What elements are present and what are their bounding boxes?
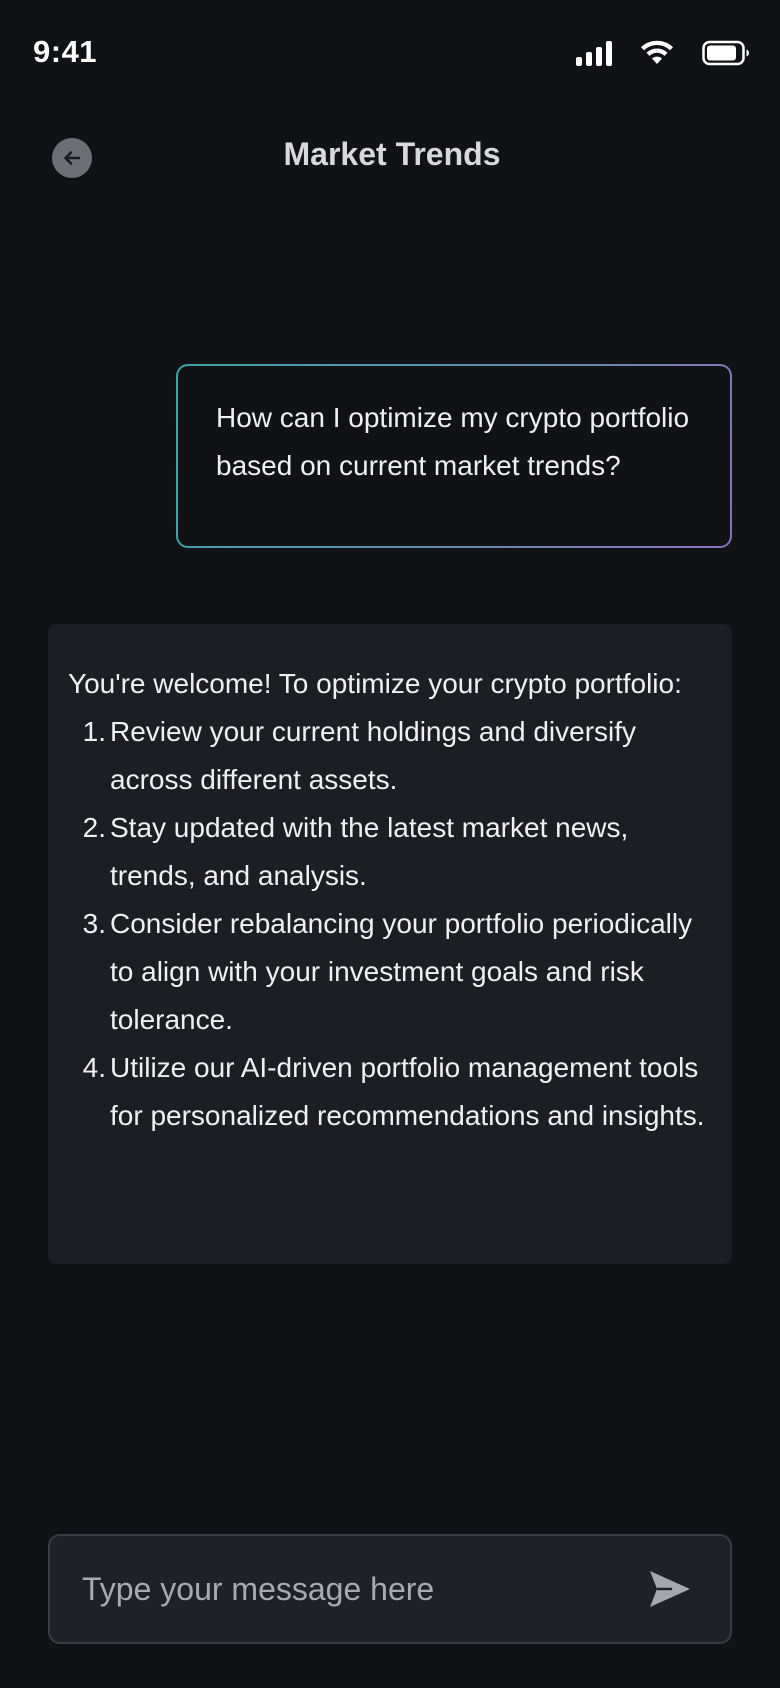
header: Market Trends — [0, 128, 780, 186]
list-item-text: Stay updated with the latest market news… — [110, 812, 629, 891]
list-item-number: 1. — [82, 716, 106, 747]
user-message-inner: How can I optimize my crypto portfolio b… — [178, 366, 730, 546]
list-item: 3. Consider rebalancing your portfolio p… — [68, 900, 714, 1044]
list-item: 2. Stay updated with the latest market n… — [68, 804, 714, 900]
ai-response-intro: You're welcome! To optimize your crypto … — [68, 668, 682, 699]
list-item-text: Review your current holdings and diversi… — [110, 716, 637, 795]
message-composer — [48, 1534, 732, 1644]
list-item: 4. Utilize our AI-driven portfolio manag… — [68, 1044, 714, 1140]
status-bar: 9:41 — [0, 0, 780, 100]
message-input[interactable] — [50, 1536, 640, 1642]
ai-response-list: 1. Review your current holdings and dive… — [68, 708, 714, 1140]
ai-response-card: You're welcome! To optimize your crypto … — [48, 624, 732, 1264]
list-item-text: Consider rebalancing your portfolio peri… — [110, 908, 693, 1035]
send-button[interactable] — [640, 1559, 700, 1619]
list-item-number: 3. — [82, 908, 106, 939]
list-item: 1. Review your current holdings and dive… — [68, 708, 714, 804]
status-time: 9:41 — [33, 34, 98, 69]
battery-icon — [702, 40, 749, 66]
status-icons — [576, 38, 750, 68]
user-message-bubble: How can I optimize my crypto portfolio b… — [176, 364, 732, 548]
chat-screen: 9:41 Market Trends How can I optimize my… — [0, 0, 780, 1688]
user-message-text: How can I optimize my crypto portfolio b… — [216, 402, 690, 481]
list-item-text: Utilize our AI-driven portfolio manageme… — [110, 1052, 705, 1131]
page-title: Market Trends — [283, 136, 501, 172]
list-item-number: 2. — [82, 812, 106, 843]
wifi-icon — [641, 40, 673, 64]
cellular-signal-icon — [576, 40, 612, 66]
list-item-number: 4. — [82, 1052, 106, 1083]
send-icon — [650, 1571, 690, 1607]
